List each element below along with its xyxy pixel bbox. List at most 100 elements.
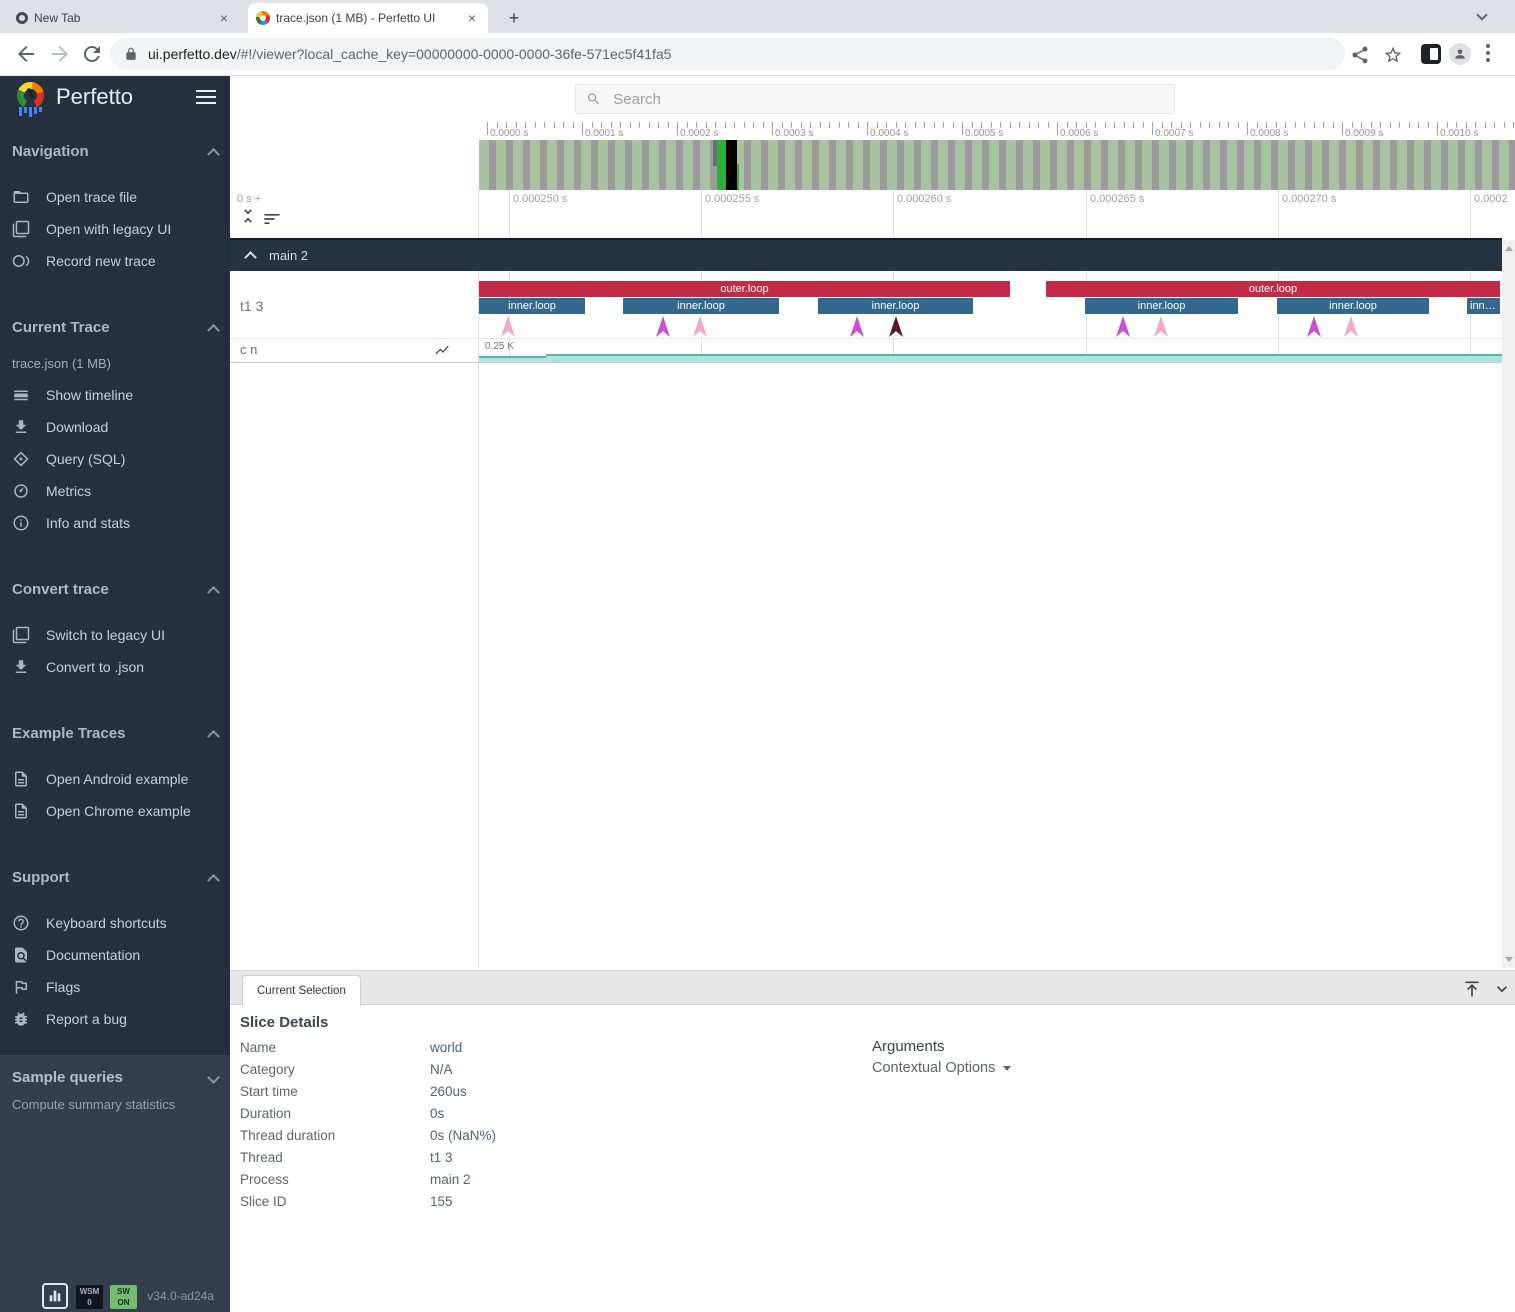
ruler-tick: [772, 122, 773, 135]
ruler-tick: [744, 122, 745, 128]
tab-close-icon[interactable]: ×: [464, 10, 480, 26]
sidebar-item-open-android-example[interactable]: Open Android example: [0, 763, 230, 795]
detail-label: Process: [240, 1172, 420, 1187]
topbar: [230, 76, 1515, 120]
sort-tracks-icon[interactable]: [262, 209, 282, 229]
scroll-up-icon: [1505, 246, 1513, 251]
slice-outer-loop[interactable]: outer.loop: [1046, 281, 1500, 297]
tab-list-chevron-icon[interactable]: [1478, 11, 1490, 19]
slice-inner-loop[interactable]: inner.loop: [479, 298, 585, 314]
flow-arrow-icon[interactable]: [1154, 316, 1168, 337]
ruler-tick: [1000, 122, 1001, 128]
timeline-area[interactable]: 0.0000 s0.0001 s0.0002 s0.0003 s0.0004 s…: [230, 120, 1515, 968]
contextual-options-dropdown[interactable]: Contextual Options: [872, 1060, 1011, 1076]
chevron-down-icon[interactable]: [1492, 979, 1512, 999]
back-icon[interactable]: [14, 42, 38, 66]
thread-track-label[interactable]: t1 3: [240, 298, 263, 314]
sidebar-item-label: Flags: [46, 979, 80, 995]
sidebar-item-query-sql[interactable]: Query (SQL): [0, 443, 230, 475]
reload-icon[interactable]: [80, 42, 104, 66]
slice-inner-loop[interactable]: inner.loop: [1085, 298, 1238, 314]
browser-tab-perfetto[interactable]: trace.json (1 MB) - Perfetto UI ×: [248, 3, 488, 33]
slice-inner-loop[interactable]: inner.loop: [1277, 298, 1429, 314]
section-heading-navigation[interactable]: Navigation: [0, 140, 230, 162]
flow-arrow-icon[interactable]: [1116, 316, 1130, 337]
process-group-header[interactable]: main 2: [230, 238, 1502, 271]
sidebar-item-label: Switch to legacy UI: [46, 627, 165, 643]
ruler-tick: [782, 122, 783, 128]
sidebar-item-metrics[interactable]: Metrics: [0, 475, 230, 507]
address-bar[interactable]: ui.perfetto.dev/#!/viewer?local_cache_ke…: [110, 38, 1345, 70]
sidebar-item-keyboard-shortcuts[interactable]: Keyboard shortcuts: [0, 907, 230, 939]
sidebar-item-show-timeline[interactable]: Show timeline: [0, 379, 230, 411]
menu-icon[interactable]: [196, 90, 216, 106]
time-gridline: [1470, 190, 1471, 362]
flow-arrow-icon[interactable]: [889, 316, 903, 337]
forward-icon[interactable]: [48, 42, 72, 66]
section-heading-example-traces[interactable]: Example Traces: [0, 722, 230, 744]
sidebar-item-open-trace-file[interactable]: Open trace file: [0, 181, 230, 213]
flow-arrow-icon[interactable]: [501, 316, 515, 337]
sidebar-item-documentation[interactable]: Documentation: [0, 939, 230, 971]
slice-inner-loop[interactable]: inner.loop: [818, 298, 973, 314]
section-heading-current-trace[interactable]: Current Trace: [0, 316, 230, 338]
counter-track-label[interactable]: c n: [240, 342, 257, 357]
detail-label: Duration: [240, 1106, 420, 1121]
sidebar-item-report-a-bug[interactable]: Report a bug: [0, 1003, 230, 1035]
section-heading-convert-trace[interactable]: Convert trace: [0, 578, 230, 600]
ruler-tick: [1171, 122, 1172, 128]
sidebar-item-flags[interactable]: Flags: [0, 971, 230, 1003]
time-gridline: [701, 190, 702, 362]
ruler-tick: [1219, 122, 1220, 128]
sidebar-item-compute-summary-statistics[interactable]: Compute summary statistics: [12, 1097, 175, 1112]
sidebar-item-open-chrome-example[interactable]: Open Chrome example: [0, 795, 230, 827]
profile-avatar[interactable]: [1449, 43, 1471, 65]
sidebar-item-label: Keyboard shortcuts: [46, 915, 167, 931]
ruler-tick: [896, 122, 897, 128]
flow-arrow-icon[interactable]: [850, 316, 864, 337]
sidebar-footer-chart-button[interactable]: [42, 1283, 68, 1309]
share-icon[interactable]: [1350, 45, 1370, 65]
ruler-tick: [1010, 122, 1011, 128]
expand-panel-up-icon[interactable]: [1462, 979, 1482, 999]
ruler-tick: [839, 122, 840, 128]
flow-arrow-icon[interactable]: [693, 316, 707, 337]
section-heading[interactable]: Sample queries: [12, 1069, 218, 1086]
url-text: ui.perfetto.dev/#!/viewer?local_cache_ke…: [148, 46, 671, 62]
search-input[interactable]: [611, 90, 1164, 109]
collapse-tracks-icon[interactable]: [238, 206, 258, 226]
slice-inner-loop[interactable]: inner.loop: [623, 298, 779, 314]
sidebar-item-switch-to-legacy-ui[interactable]: Switch to legacy UI: [0, 619, 230, 651]
ruler-tick: [1342, 122, 1343, 135]
perfetto-ui-screen: New Tab × trace.json (1 MB) - Perfetto U…: [0, 0, 1515, 1312]
search-box[interactable]: [575, 84, 1175, 114]
timeline-scrollbar[interactable]: [1502, 240, 1515, 968]
ruler-tick: [592, 122, 593, 128]
section-title: Current Trace: [12, 319, 110, 336]
pan-ruler-label: 0.000260 s: [897, 193, 951, 205]
slice-outer-loop[interactable]: outer.loop: [479, 281, 1010, 297]
side-panel-icon[interactable]: [1421, 44, 1441, 64]
tab-close-icon[interactable]: ×: [216, 10, 232, 26]
flow-arrow-icon[interactable]: [1307, 316, 1321, 337]
flow-arrow-icon[interactable]: [1344, 316, 1358, 337]
flow-arrow-icon[interactable]: [656, 316, 670, 337]
ruler-tick: [1162, 122, 1163, 128]
sidebar-item-convert-to-json[interactable]: Convert to .json: [0, 651, 230, 683]
section-heading-support[interactable]: Support: [0, 866, 230, 888]
browser-tab-new-tab[interactable]: New Tab ×: [8, 3, 240, 33]
ruler-tick: [1200, 122, 1201, 128]
sidebar-item-info-and-stats[interactable]: Info and stats: [0, 507, 230, 539]
tab-current-selection[interactable]: Current Selection: [242, 975, 361, 1006]
sidebar-item-record-new-trace[interactable]: Record new trace: [0, 245, 230, 277]
overview-minimap[interactable]: [479, 140, 1515, 190]
slice-inner-loop[interactable]: inner.loop: [1467, 298, 1500, 314]
sidebar-item-open-with-legacy-ui[interactable]: Open with legacy UI: [0, 213, 230, 245]
browser-menu-icon[interactable]: [1486, 44, 1490, 64]
sidebar-item-download[interactable]: Download: [0, 411, 230, 443]
minimap-selection-green[interactable]: [717, 140, 726, 190]
bookmark-star-icon[interactable]: [1383, 45, 1403, 65]
minimap-selection-black[interactable]: [726, 140, 737, 190]
section-title: Example Traces: [12, 725, 125, 742]
new-tab-button[interactable]: +: [502, 6, 526, 30]
